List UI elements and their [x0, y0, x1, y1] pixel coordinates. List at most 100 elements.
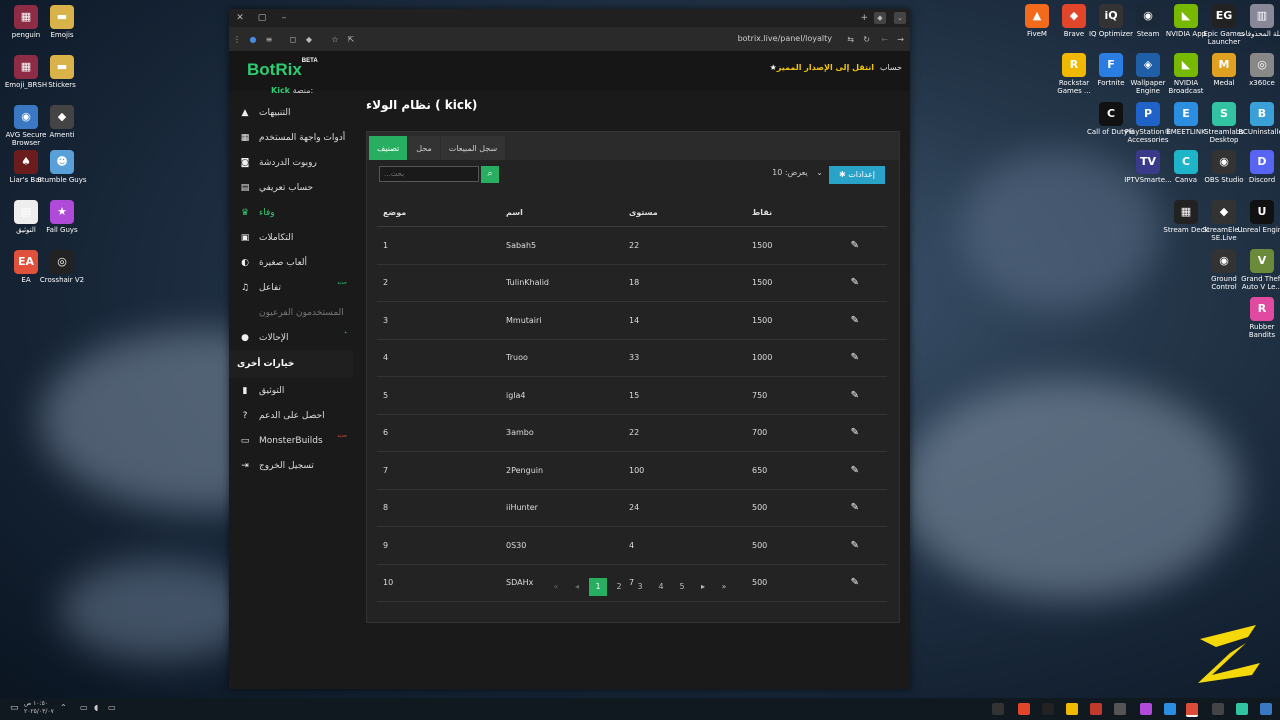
desktop-shortcut[interactable]: ◎ Crosshair V2: [36, 250, 88, 284]
taskbar-app-icon[interactable]: [1164, 703, 1176, 715]
sidebar-item[interactable]: ▮ التوثيق: [229, 378, 353, 403]
back-icon[interactable]: ←: [881, 35, 888, 44]
desktop-shortcut[interactable]: U Unreal Engine: [1236, 200, 1280, 234]
sidebar-item[interactable]: ▣ التكاملات: [229, 225, 353, 250]
pencil-icon[interactable]: ✎: [851, 277, 859, 288]
desktop-shortcut[interactable]: ◎ x360ce: [1236, 53, 1280, 87]
desktop-shortcut[interactable]: ◆ Amenti: [36, 105, 88, 139]
sidebar-item[interactable]: ▭ MonsterBuilds جديد: [229, 428, 353, 453]
column-header[interactable]: اسم: [500, 198, 623, 227]
sidebar-item[interactable]: المستخدمون الفرعيون: [229, 300, 353, 325]
page-button[interactable]: 3: [631, 578, 649, 596]
column-header[interactable]: موضع: [377, 198, 500, 227]
taskbar-app-icon[interactable]: [1140, 703, 1152, 715]
pencil-icon[interactable]: ✎: [851, 465, 859, 476]
sidebar-item[interactable]: ? احصل على الدعم: [229, 403, 353, 428]
url-field[interactable]: botrix.live/panel/loyalty: [738, 34, 832, 43]
desktop-shortcut[interactable]: ▥ سلة المحذوفات: [1236, 4, 1280, 38]
tab-menu-icon[interactable]: ⌄: [894, 12, 906, 24]
clock[interactable]: ١٠:٥٠ ص ٢٠٢٥/٠٣/٠٧: [24, 700, 54, 716]
pencil-icon[interactable]: ✎: [851, 502, 859, 513]
sidebar-item[interactable]: ⇥ تسجيل الخروج: [229, 453, 353, 478]
search-button[interactable]: ⌕: [481, 166, 499, 183]
bookmark-star-icon[interactable]: ☆: [327, 35, 343, 44]
minimize-icon[interactable]: –: [273, 13, 295, 23]
taskbar-app-icon[interactable]: [1212, 703, 1224, 715]
taskbar-app-icon[interactable]: [1236, 703, 1248, 715]
share-icon[interactable]: ⇱: [343, 35, 359, 44]
taskbar-app-icon[interactable]: [1090, 703, 1102, 715]
pencil-icon[interactable]: ✎: [851, 390, 859, 401]
shortcut-label: Crosshair V2: [39, 276, 85, 284]
taskbar-app-icon[interactable]: [992, 703, 1004, 715]
profile-icon[interactable]: ●: [245, 35, 261, 44]
next-page-icon[interactable]: ▸: [694, 578, 712, 596]
pencil-icon[interactable]: ✎: [851, 352, 859, 363]
prev-page-icon[interactable]: ◂: [568, 578, 586, 596]
sidebar-item[interactable]: ● الإحالات ٭: [229, 325, 353, 350]
taskbar-app-icon[interactable]: [1114, 703, 1126, 715]
taskbar-app-icon[interactable]: [1186, 703, 1198, 717]
column-header[interactable]: مستوى: [623, 198, 746, 227]
desktop-shortcut[interactable]: B BCUninstaller: [1236, 102, 1280, 136]
botrix-logo[interactable]: BotRixBETA: [247, 58, 318, 80]
sidebar-item[interactable]: ▤ حساب تعريفي: [229, 175, 353, 200]
sidebar-item[interactable]: ◙ روبوت الدردشة: [229, 150, 353, 175]
pencil-icon[interactable]: ✎: [851, 315, 859, 326]
premium-link[interactable]: ★انتقل إلى الإصدار المميز: [770, 63, 874, 72]
reload-icon[interactable]: ↻: [863, 35, 870, 44]
taskbar-app-icon[interactable]: [1018, 703, 1030, 715]
maximize-icon[interactable]: ▢: [251, 13, 273, 23]
desktop-shortcut[interactable]: ▬ Stickers: [36, 55, 88, 89]
search-input[interactable]: ...بحث: [379, 166, 479, 182]
first-page-icon[interactable]: «: [547, 578, 565, 596]
column-header[interactable]: نقاط: [746, 198, 843, 227]
menu-dots-icon[interactable]: ⋮: [229, 35, 245, 44]
pencil-icon[interactable]: ✎: [851, 240, 859, 251]
sidebar-item[interactable]: ▲ التنبيهات: [229, 100, 353, 125]
volume-icon[interactable]: ◖: [94, 703, 98, 712]
settings-button[interactable]: ✱ إعدادات: [829, 166, 885, 184]
desktop-shortcut[interactable]: ▬ Emojis: [36, 5, 88, 39]
desktop-shortcut[interactable]: V Grand Theft Auto V Le...: [1236, 249, 1280, 291]
sidebar-item[interactable]: ◐ ألعاب صغيرة: [229, 250, 353, 275]
settings-label: إعدادات: [848, 170, 875, 179]
tab[interactable]: محل: [408, 136, 440, 160]
sidebar-item[interactable]: ♛ وفاء: [229, 200, 353, 225]
app-icon: M: [1212, 53, 1236, 77]
tab[interactable]: سجل المبيعات: [440, 136, 506, 160]
desktop-shortcut[interactable]: R Rubber Bandits: [1236, 297, 1280, 339]
taskbar-app-icon[interactable]: [1260, 703, 1272, 715]
page-button[interactable]: 4: [652, 578, 670, 596]
taskbar-app-icon[interactable]: [1042, 703, 1054, 715]
tabs-icon[interactable]: ≡: [261, 35, 277, 44]
battery-icon[interactable]: ▭: [108, 703, 116, 712]
chevron-up-icon[interactable]: ⌃: [60, 703, 67, 712]
page-button[interactable]: 2: [610, 578, 628, 596]
pencil-icon[interactable]: ✎: [851, 540, 859, 551]
desktop-icon[interactable]: ▭: [10, 703, 19, 713]
new-tab-icon[interactable]: +: [860, 13, 868, 23]
pencil-icon[interactable]: ✎: [851, 427, 859, 438]
sidebar-item[interactable]: ▦ أدوات واجهة المستخدم: [229, 125, 353, 150]
desktop-shortcut[interactable]: D Discord: [1236, 150, 1280, 184]
site-settings-icon[interactable]: ⇆: [847, 35, 854, 44]
last-page-icon[interactable]: »: [715, 578, 733, 596]
desktop-shortcut[interactable]: ☻ Stumble Guys: [36, 150, 88, 184]
account-menu[interactable]: حساب: [880, 63, 902, 72]
desktop-shortcut[interactable]: ★ Fall Guys: [36, 200, 88, 234]
page-button[interactable]: 1: [589, 578, 607, 596]
close-icon[interactable]: ✕: [229, 13, 251, 23]
page-button[interactable]: 5: [673, 578, 691, 596]
shield-icon[interactable]: ◆: [301, 35, 317, 44]
network-icon[interactable]: ▭: [80, 703, 88, 712]
extension-icon[interactable]: ◻: [285, 35, 301, 44]
tab-icon[interactable]: ◆: [874, 12, 886, 24]
sidebar-item[interactable]: ♫ تفاعل جديد: [229, 275, 353, 300]
forward-icon[interactable]: →: [897, 35, 904, 44]
per-page-select[interactable]: يعرض: 10 ⌄: [768, 168, 823, 177]
taskbar-app-icon[interactable]: [1066, 703, 1078, 715]
app-icon: U: [1250, 200, 1274, 224]
pencil-icon[interactable]: ✎: [851, 577, 859, 588]
tab[interactable]: تصنيف: [369, 136, 408, 160]
